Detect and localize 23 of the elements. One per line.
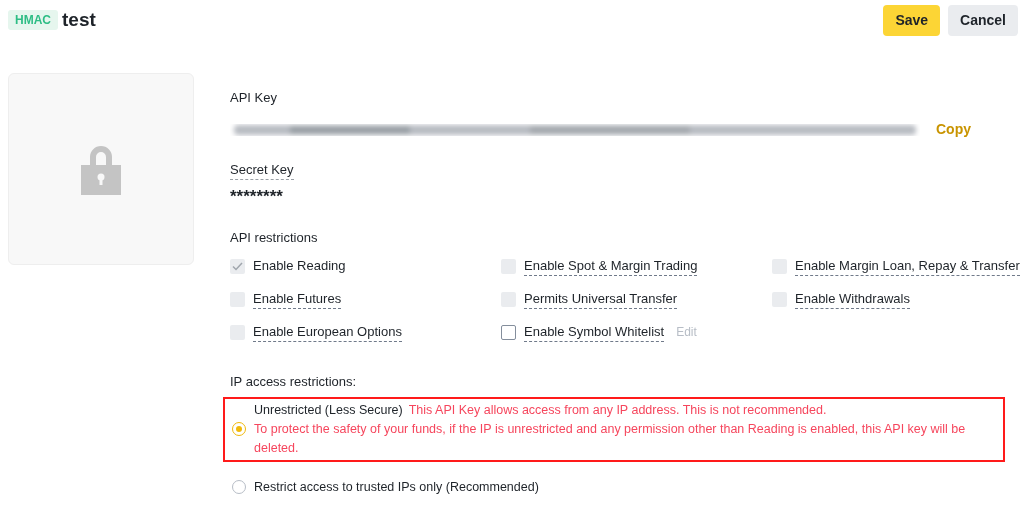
section-label: API restrictions [230,228,318,247]
option-label: Permits Universal Transfer [524,288,678,310]
section-label: IP access restrictions: [230,373,357,391]
secret-value: ******** [230,186,283,208]
type-tag: HMAC [8,10,58,30]
page-title: test [62,7,96,32]
option-label: Restrict access to trusted IPs only (Recommended) [254,478,539,496]
option-label: Enable Spot & Margin Trading [524,255,698,277]
warning-note: This API Key allows access from any IP address. This is not recommended. [408,401,827,419]
option-label: Unrestricted (Less Secure) [254,401,403,419]
option-label: Enable Withdrawals [795,288,910,310]
field-label: Secret Key [230,159,294,180]
option-label: Enable Reading [253,257,346,276]
save-button[interactable]: Save [883,4,941,36]
warning-text: To protect the safety of your funds, if the IP is unrestricted and any permission other than Reading is enabled, this API key will be deleted. [254,420,967,457]
option-label: Enable Futures [253,288,342,310]
check-icon [232,261,243,271]
field-label: API Key [230,89,277,107]
checkbox[interactable] [501,324,516,340]
option-label: Enable European Options [253,321,402,343]
option-label: Enable Margin Loan, Repay & Transfer [795,255,1020,277]
cancel-button[interactable]: Cancel [948,4,1018,36]
option-label: Enable Symbol Whitelist [524,321,665,343]
